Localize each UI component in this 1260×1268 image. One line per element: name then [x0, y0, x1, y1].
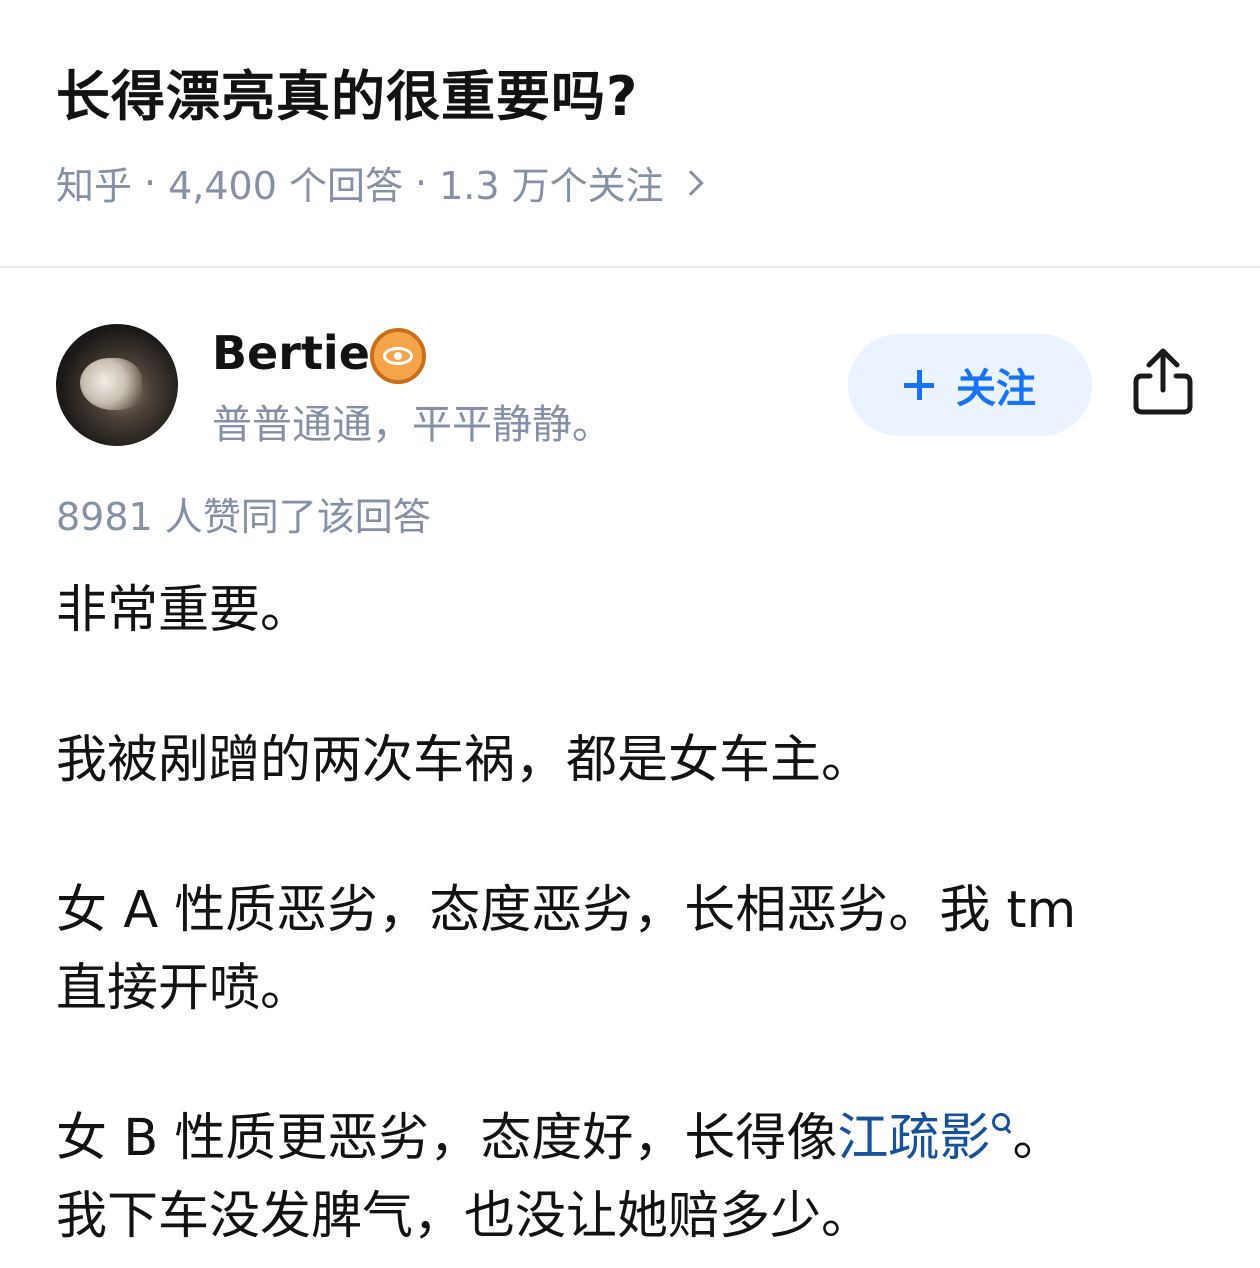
answer-line: 我下车没发脾气，也没让她赔多少。 — [56, 1187, 873, 1246]
answer-paragraph: 非常重要。 — [56, 581, 312, 640]
follow-label: 关注 — [956, 366, 1036, 412]
site-name: 知乎 — [56, 164, 133, 208]
separator-dot: · — [414, 160, 428, 205]
question-title[interactable]: 长得漂亮真的很重要吗? — [56, 52, 638, 131]
question-meta[interactable]: 知乎 · 4,400 个回答 · 1.3 万个关注 — [56, 155, 704, 210]
answer-paragraph: 女 A 性质恶劣，态度恶劣，长相恶劣。我 tm 直接开喷。 — [56, 872, 1206, 1028]
answer-paragraph: 女 B 性质更恶劣，态度好，长得像江疏影。 我下车没发脾气，也没让她赔多少。 — [56, 1100, 1206, 1256]
answer-paragraph: 我被剐蹭的两次车祸，都是女车主。 — [56, 731, 873, 790]
follow-button[interactable]: 关注 — [848, 334, 1092, 436]
divider — [0, 266, 1260, 268]
search-icon[interactable] — [992, 1113, 1012, 1137]
answer-text: 女 B 性质更恶劣，态度好，长得像 — [56, 1109, 838, 1168]
avatar[interactable] — [56, 324, 178, 446]
answer-line: 女 A 性质恶劣，态度恶劣，长相恶劣。我 tm — [56, 881, 1077, 940]
answer-text: 。 — [1012, 1109, 1064, 1168]
separator-dot: · — [144, 160, 157, 205]
author-bio: 普普通通，平平静静。 — [212, 402, 612, 448]
avatar-cat-image — [80, 358, 142, 410]
plus-icon — [904, 370, 934, 400]
author-name[interactable]: Bertie — [212, 326, 370, 380]
upvote-count: 8981 人赞同了该回答 — [56, 495, 431, 539]
share-icon[interactable] — [1130, 346, 1196, 418]
answer-body: 非常重要。 我被剐蹭的两次车祸，都是女车主。 女 A 性质恶劣，态度恶劣，长相恶… — [56, 572, 1206, 1256]
chevron-right-icon — [677, 169, 704, 196]
answers-count: 4,400 个回答 — [168, 164, 403, 208]
eye-icon[interactable] — [370, 328, 426, 384]
answer-line: 直接开喷。 — [56, 959, 312, 1018]
followers-count: 1.3 万个关注 — [439, 164, 664, 208]
search-link[interactable]: 江疏影 — [837, 1109, 990, 1168]
